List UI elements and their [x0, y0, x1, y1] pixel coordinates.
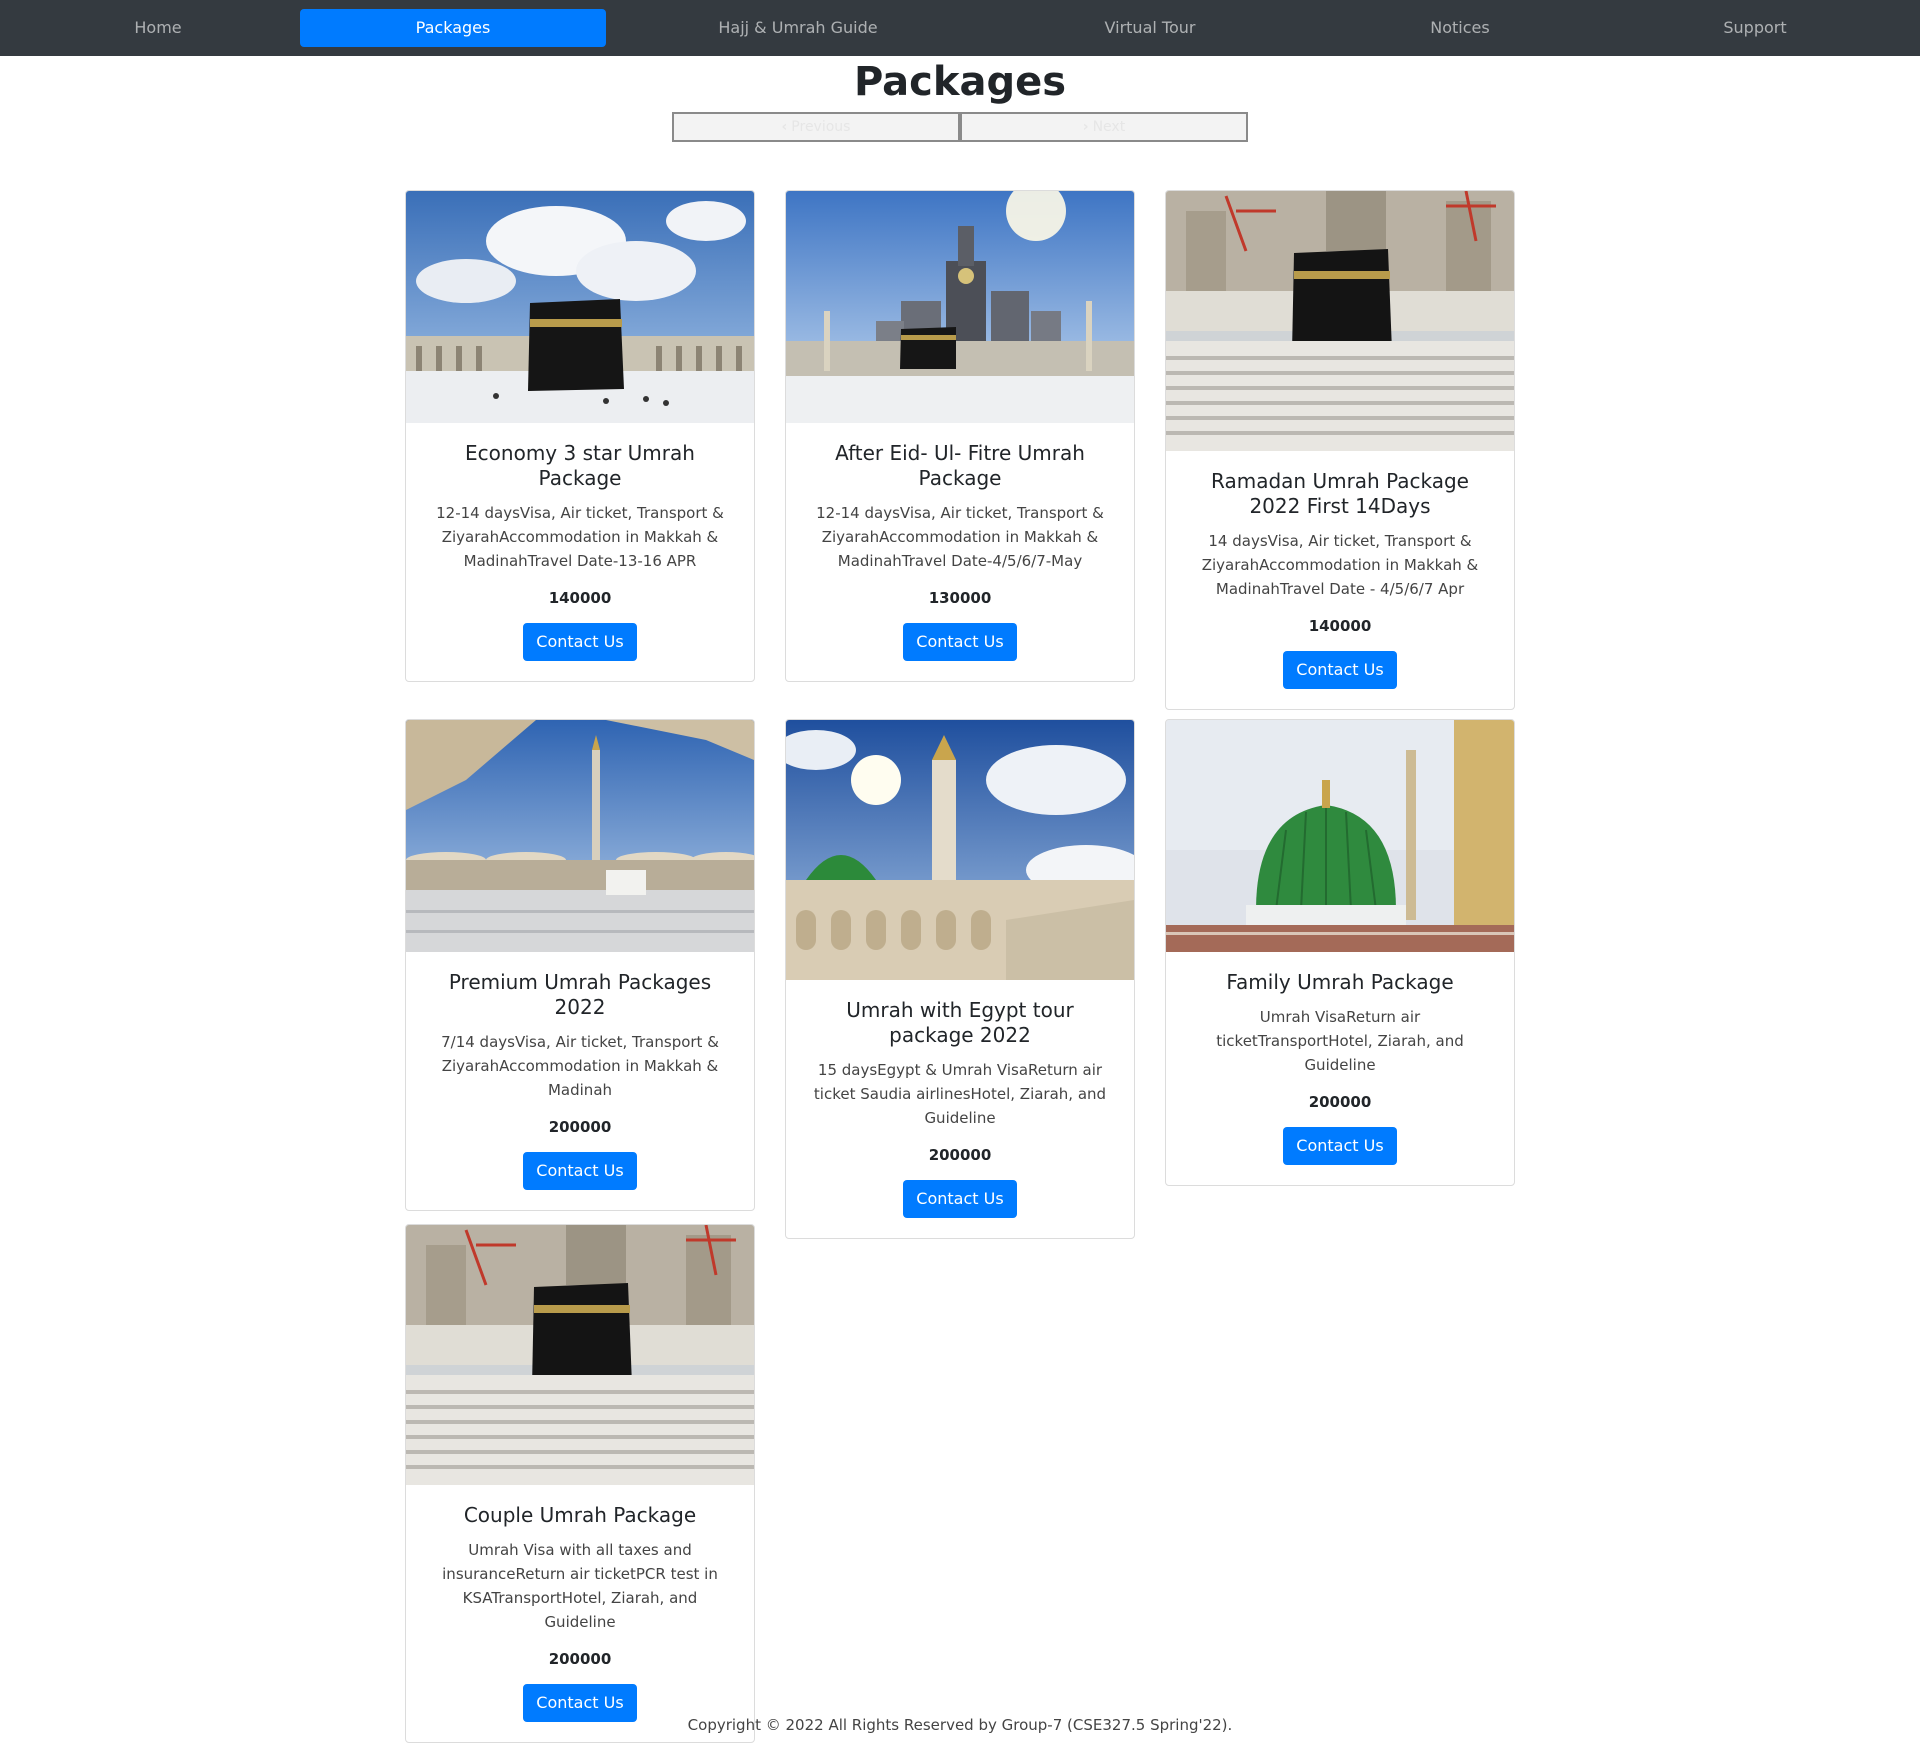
package-title: Ramadan Umrah Package 2022 First 14Days — [1211, 469, 1469, 518]
next-button[interactable]: › Next — [960, 112, 1248, 142]
package-price: 200000 — [548, 1118, 612, 1136]
nav-packages[interactable]: Packages — [300, 9, 606, 47]
clock-tower-photo — [786, 191, 1134, 423]
top-navbar: Home Packages Hajj & Umrah Guide Virtual… — [0, 0, 1920, 56]
contact-us-button[interactable]: Contact Us — [903, 1180, 1017, 1218]
package-card: Family Umrah Package Umrah VisaReturn ai… — [1165, 719, 1515, 1186]
kaaba-crowd-photo — [406, 1225, 754, 1485]
package-price: 140000 — [548, 589, 612, 607]
package-description: 15 daysEgypt & Umrah VisaReturn air tick… — [813, 1061, 1107, 1127]
package-title: After Eid- Ul- Fitre Umrah Package — [835, 441, 1085, 490]
footer-copyright: Copyright © 2022 All Rights Reserved by … — [687, 1716, 1233, 1734]
green-dome-minaret-photo — [786, 720, 1134, 980]
package-card: Ramadan Umrah Package 2022 First 14Days … — [1165, 190, 1515, 710]
contact-us-button[interactable]: Contact Us — [1283, 1127, 1397, 1165]
package-price: 140000 — [1308, 617, 1372, 635]
madinah-umbrellas-photo — [406, 720, 754, 952]
package-description: 12-14 daysVisa, Air ticket, Transport & … — [816, 504, 1104, 570]
nav-virtual-tour[interactable]: Virtual Tour — [1050, 9, 1250, 47]
kaaba-photo — [406, 191, 754, 423]
previous-label: Previous — [791, 119, 851, 135]
package-title: Family Umrah Package — [1226, 970, 1454, 994]
page-title: Packages — [853, 59, 1067, 105]
package-card: Couple Umrah Package Umrah Visa with all… — [405, 1224, 755, 1743]
chevron-right-icon: › — [1082, 119, 1089, 135]
nav-hajj-umrah-guide[interactable]: Hajj & Umrah Guide — [698, 9, 898, 47]
package-price: 200000 — [548, 1650, 612, 1668]
package-description: Umrah VisaReturn air ticketTransportHote… — [1216, 1008, 1464, 1074]
package-description: 7/14 daysVisa, Air ticket, Transport & Z… — [441, 1033, 719, 1099]
package-price: 200000 — [1308, 1093, 1372, 1111]
package-card: After Eid- Ul- Fitre Umrah Package 12-14… — [785, 190, 1135, 682]
nav-home[interactable]: Home — [58, 9, 258, 47]
package-price: 130000 — [928, 589, 992, 607]
package-description: Umrah Visa with all taxes and insuranceR… — [442, 1541, 718, 1631]
package-card: Economy 3 star Umrah Package 12-14 daysV… — [405, 190, 755, 682]
contact-us-button[interactable]: Contact Us — [903, 623, 1017, 661]
package-title: Premium Umrah Packages 2022 — [448, 970, 712, 1019]
nav-support[interactable]: Support — [1655, 9, 1855, 47]
package-title: Couple Umrah Package — [463, 1503, 697, 1527]
chevron-left-icon: ‹ — [781, 119, 788, 135]
previous-button[interactable]: ‹ Previous — [672, 112, 960, 142]
kaaba-crowd-photo — [1166, 191, 1514, 451]
package-card: Umrah with Egypt tour package 2022 15 da… — [785, 719, 1135, 1239]
green-dome-photo — [1166, 720, 1514, 952]
nav-notices[interactable]: Notices — [1360, 9, 1560, 47]
contact-us-button[interactable]: Contact Us — [1283, 651, 1397, 689]
package-card: Premium Umrah Packages 2022 7/14 daysVis… — [405, 719, 755, 1211]
contact-us-button[interactable]: Contact Us — [523, 1152, 637, 1190]
contact-us-button[interactable]: Contact Us — [523, 623, 637, 661]
package-description: 14 daysVisa, Air ticket, Transport & Ziy… — [1201, 532, 1479, 598]
package-title: Economy 3 star Umrah Package — [465, 441, 695, 490]
package-price: 200000 — [928, 1146, 992, 1164]
next-label: Next — [1092, 119, 1126, 135]
package-description: 12-14 daysVisa, Air ticket, Transport & … — [436, 504, 724, 570]
package-title: Umrah with Egypt tour package 2022 — [846, 998, 1074, 1047]
